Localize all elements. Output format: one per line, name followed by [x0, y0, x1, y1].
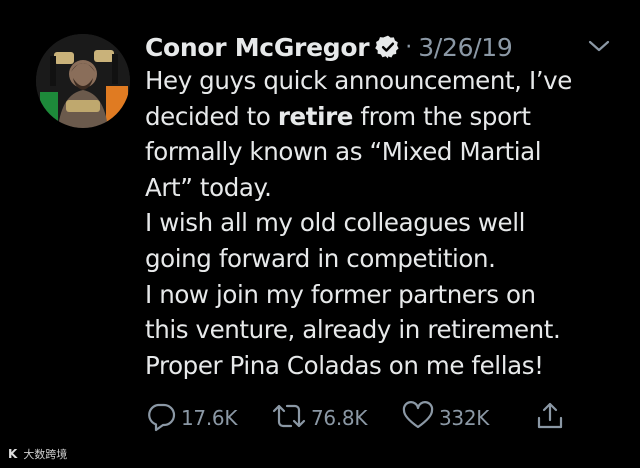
watermark: K 大数跨境 [8, 444, 67, 464]
tweet-body-line: I now join my former partners on [145, 279, 536, 309]
tweet-body-line: Proper Pina Coladas on me fellas! [145, 350, 544, 380]
watermark-logo: K [8, 447, 18, 461]
share-button[interactable] [535, 398, 569, 438]
tweet-card: Conor McGregor · 3/26/19 Hey guys quick … [0, 0, 640, 468]
reply-button[interactable]: 17.6K [145, 398, 237, 438]
retweet-icon [271, 400, 307, 437]
tweet-header: Conor McGregor · 3/26/19 [145, 28, 513, 66]
tweet-body-line: Art” today. [145, 172, 272, 202]
tweet-body-line: Hey guys quick announcement, I’ve [145, 66, 572, 95]
tweet-body-line: I wish all my old colleagues well [145, 208, 526, 238]
watermark-text: 大数跨境 [23, 448, 68, 461]
reply-icon [145, 400, 177, 437]
tweet-actions: 17.6K 76.8K 332K [145, 398, 625, 438]
like-button[interactable]: 332K [401, 398, 489, 438]
header-separator: · [405, 34, 413, 60]
like-count: 332K [439, 406, 490, 430]
tweet-body-line: this venture, already in retirement. [145, 315, 561, 345]
tweet-body-line: decided to retire from the sport [145, 99, 625, 135]
reply-count: 17.6K [181, 406, 238, 430]
heart-icon [401, 400, 435, 437]
tweet-body-text: decided to [145, 101, 278, 131]
tweet-body: Hey guys quick announcement, I’ve decide… [145, 63, 625, 383]
tweet-date[interactable]: 3/26/19 [418, 33, 513, 62]
tweet-body-line: going forward in competition. [145, 243, 496, 273]
tweet-body-text: from the sport [352, 101, 531, 131]
author-display-name[interactable]: Conor McGregor [145, 33, 370, 62]
verified-badge-icon [375, 34, 401, 60]
share-icon [535, 400, 565, 437]
retweet-count: 76.8K [311, 406, 368, 430]
tweet-body-bold-word: retire [277, 101, 354, 131]
tweet-body-line: formally known as “Mixed Martial [145, 137, 542, 167]
retweet-button[interactable]: 76.8K [271, 398, 367, 438]
profile-photo-icon [36, 34, 130, 128]
chevron-down-icon[interactable] [586, 36, 612, 56]
avatar[interactable] [36, 34, 130, 128]
